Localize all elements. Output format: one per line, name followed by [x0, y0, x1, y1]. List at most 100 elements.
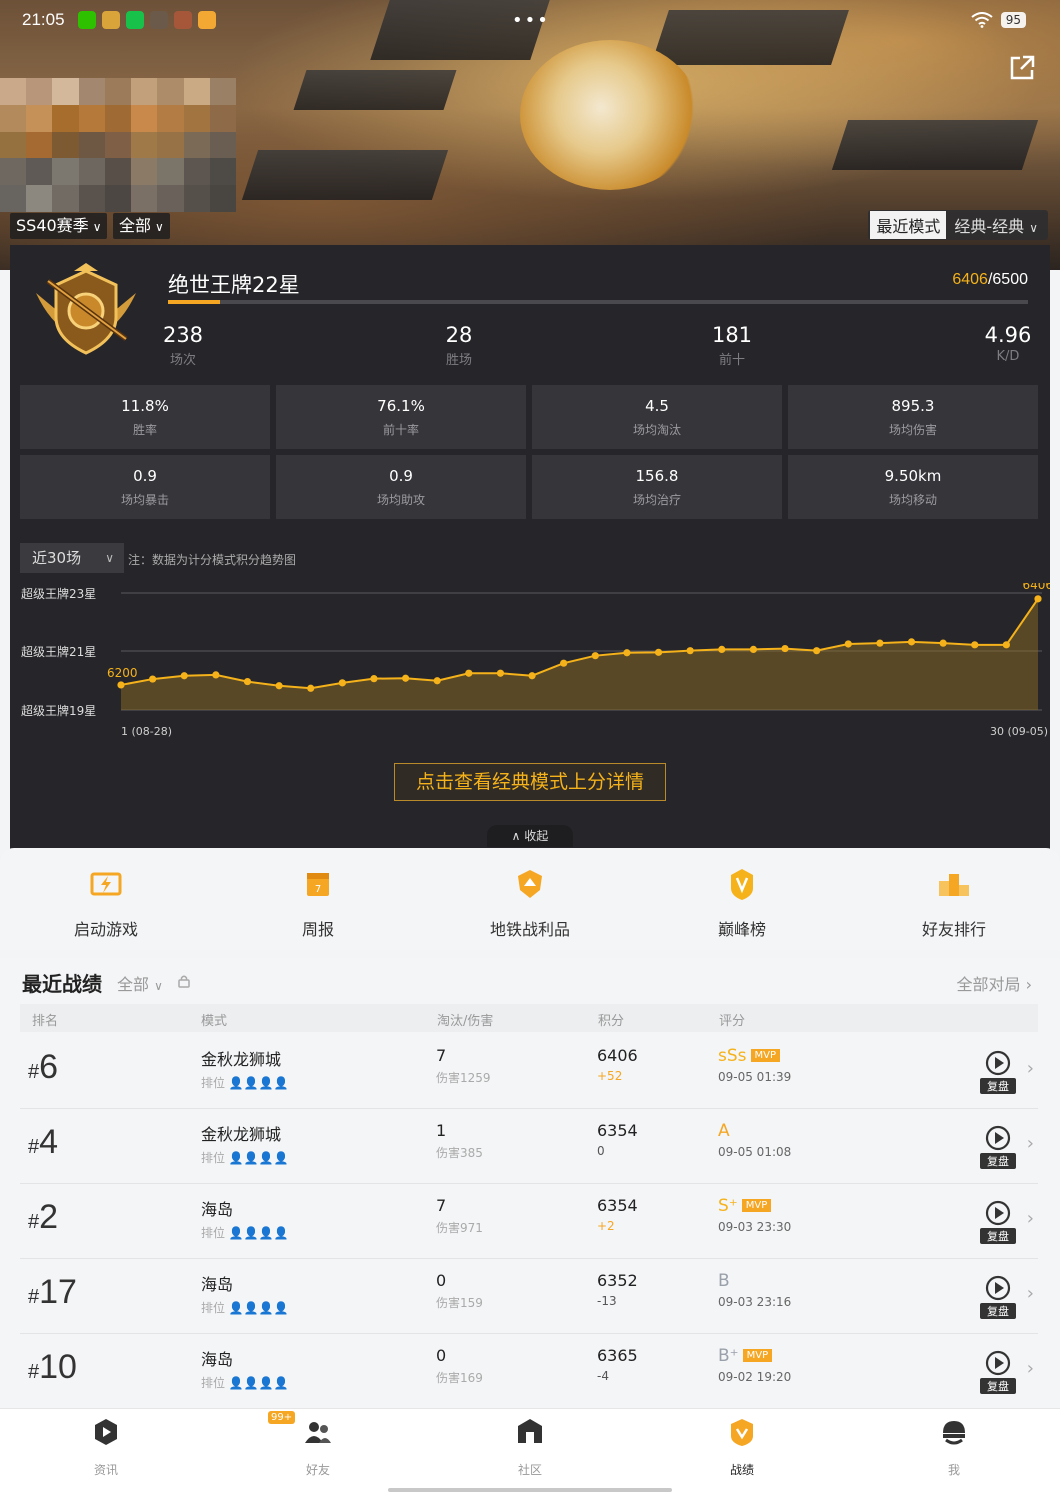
chart-point	[686, 647, 694, 655]
chart-point	[971, 641, 979, 649]
chevron-right-icon[interactable]: ›	[1027, 1283, 1034, 1304]
play-circle-icon	[985, 1350, 1011, 1376]
quick-launch-game[interactable]: 启动游戏	[36, 866, 176, 940]
chart-point	[907, 638, 916, 646]
chevron-down-icon: ∨	[105, 551, 114, 565]
replay-button[interactable]: 复盘	[980, 1348, 1016, 1394]
avatar-mosaic-tile	[52, 104, 79, 132]
stat-win-rate: 11.8% 胜率	[20, 385, 270, 449]
replay-button[interactable]: 复盘	[980, 1048, 1016, 1094]
record-row[interactable]: #6 金秋龙狮城 排位 👤👤👤👤 7 伤害1259 6406 +52 sSs MVP 09-05 …	[20, 1034, 1038, 1109]
all-matches-link[interactable]: 全部对局 ›	[956, 971, 1032, 995]
grade-value: A	[718, 1121, 730, 1141]
avatar-mosaic-tile	[183, 158, 210, 186]
lock-icon[interactable]	[178, 974, 190, 988]
quick-metro-loot[interactable]: 地铁战利品	[460, 866, 600, 940]
replay-button[interactable]: 复盘	[980, 1198, 1016, 1244]
scope-select[interactable]: 全部 ∨	[113, 213, 170, 239]
classic-detail-button[interactable]: 点击查看经典模式上分详情	[394, 763, 666, 801]
avatar-mosaic-tile	[104, 104, 132, 132]
nav-community[interactable]: 社区	[480, 1417, 580, 1478]
chart-point	[307, 684, 315, 692]
mode-type: 排位 👤👤👤👤	[201, 1224, 289, 1241]
stat-label: 场均助攻	[376, 493, 425, 507]
news-icon	[95, 1419, 117, 1445]
stat-value: 238	[162, 323, 204, 347]
app-icon	[150, 11, 168, 29]
chevron-right-icon[interactable]: ›	[1027, 1358, 1034, 1379]
avatar-mosaic-tile	[52, 78, 79, 105]
lion-dance-figure	[520, 40, 700, 190]
replay-button[interactable]: 复盘	[980, 1123, 1016, 1169]
chevron-right-icon[interactable]: ›	[1027, 1208, 1034, 1229]
records-filter[interactable]: 全部 ∨	[117, 971, 163, 995]
avatar-mosaic-tile	[131, 131, 158, 159]
stat-avg-damage: 895.3 场均伤害	[788, 385, 1038, 449]
chevron-right-icon[interactable]: ›	[1027, 1058, 1034, 1079]
mode-type: 排位 👤👤👤👤	[201, 1074, 289, 1091]
chart-area	[121, 598, 1038, 710]
record-kills: 1 伤害385	[436, 1121, 483, 1161]
score-delta: +52	[597, 1069, 623, 1083]
more-dots[interactable]: •••	[512, 10, 550, 31]
mode-type-label: 排位	[201, 1151, 226, 1165]
grade-value: B⁺	[718, 1346, 739, 1366]
nav-news[interactable]: 资讯	[56, 1417, 156, 1478]
chart-y-tick-label: 超级王牌21星	[21, 644, 96, 659]
home-indicator[interactable]	[388, 1488, 672, 1492]
chart-point	[243, 677, 252, 686]
avatar-mosaic-tile	[52, 158, 79, 186]
mvp-badge: MVP	[741, 1199, 772, 1212]
rank-badge-icon	[36, 263, 136, 355]
squad-icon: 👤👤👤👤	[228, 1226, 289, 1240]
chart-y-tick-label: 超级王牌23星	[21, 586, 96, 601]
recent-records: 最近战绩 全部 ∨ 全部对局 › 排名 模式 淘汰/伤害 积分 评分 #6 金秋龙…	[0, 958, 1060, 1409]
quick-weekly-report[interactable]: 7 周报	[248, 866, 388, 940]
all-matches-label: 全部对局	[956, 975, 1021, 994]
mode-switch[interactable]: 最近模式 经典-经典 ∨	[868, 210, 1048, 240]
stat-label: 胜率	[132, 423, 157, 437]
nav-me[interactable]: 我	[904, 1417, 1004, 1478]
chart-point	[433, 677, 441, 685]
stat-value: 4.96	[984, 323, 1032, 347]
nav-label: 社区	[517, 1463, 542, 1477]
quick-peak-rank[interactable]: 巅峰榜	[672, 866, 812, 940]
avatar-mosaic-tile	[183, 104, 210, 132]
avatar-mosaic-tile	[26, 158, 53, 186]
quick-entries: 启动游戏 7 周报 地铁战利品 巅峰榜 好友排行	[0, 848, 1060, 950]
record-row[interactable]: #2 海岛 排位 👤👤👤👤 7 伤害971 6354 +2 S⁺ MVP 09-03 23:30 复…	[20, 1184, 1038, 1259]
chart-point	[591, 652, 599, 660]
record-row[interactable]: #4 金秋龙狮城 排位 👤👤👤👤 1 伤害385 6354 0 A 09-05 01:08 复盘 ›	[20, 1109, 1038, 1184]
status-app-icons	[78, 11, 216, 29]
record-grade: B 09-03 23:16	[718, 1271, 791, 1309]
mode-classic-select[interactable]: 经典-经典 ∨	[946, 211, 1046, 239]
avatar-mosaic-tile	[78, 185, 105, 212]
share-icon[interactable]	[1008, 54, 1036, 82]
chart-point	[117, 681, 125, 689]
nav-records[interactable]: 战绩	[692, 1417, 792, 1478]
collapse-button[interactable]: ∧ 收起	[487, 825, 573, 847]
stat-value: 0.9	[389, 467, 413, 485]
record-rank: #17	[28, 1273, 77, 1312]
stat-avg-headshots: 0.9 场均暴击	[20, 455, 270, 519]
chart-point	[401, 674, 410, 682]
rank-hash: #	[28, 1136, 40, 1158]
chevron-right-icon[interactable]: ›	[1027, 1133, 1034, 1154]
quick-label: 地铁战利品	[489, 920, 570, 939]
squad-icon: 👤👤👤👤	[228, 1376, 289, 1390]
replay-button[interactable]: 复盘	[980, 1273, 1016, 1319]
mode-recent[interactable]: 最近模式	[870, 211, 947, 239]
record-row[interactable]: #17 海岛 排位 👤👤👤👤 0 伤害159 6352 -13 B 09-03 23:16 复盘 ›	[20, 1259, 1038, 1334]
season-select[interactable]: SS40赛季 ∨	[10, 213, 108, 239]
stat-value: 895.3	[891, 397, 935, 415]
avatar-mosaic-tile	[157, 78, 184, 105]
quick-friend-ranking[interactable]: 好友排行	[884, 866, 1024, 940]
record-row[interactable]: #10 海岛 排位 👤👤👤👤 0 伤害169 6365 -4 B⁺ MVP 09-02 19:20…	[20, 1334, 1038, 1409]
avatar-mosaic-tile	[26, 185, 53, 212]
stat-label: 场次	[169, 353, 196, 368]
app-icon	[102, 11, 120, 29]
trend-range-label: 近30场	[32, 549, 82, 567]
nav-friends[interactable]: 好友	[268, 1417, 368, 1478]
trend-range-select[interactable]: 近30场 ∨	[20, 543, 124, 573]
avatar-mosaic-tile	[0, 185, 27, 212]
